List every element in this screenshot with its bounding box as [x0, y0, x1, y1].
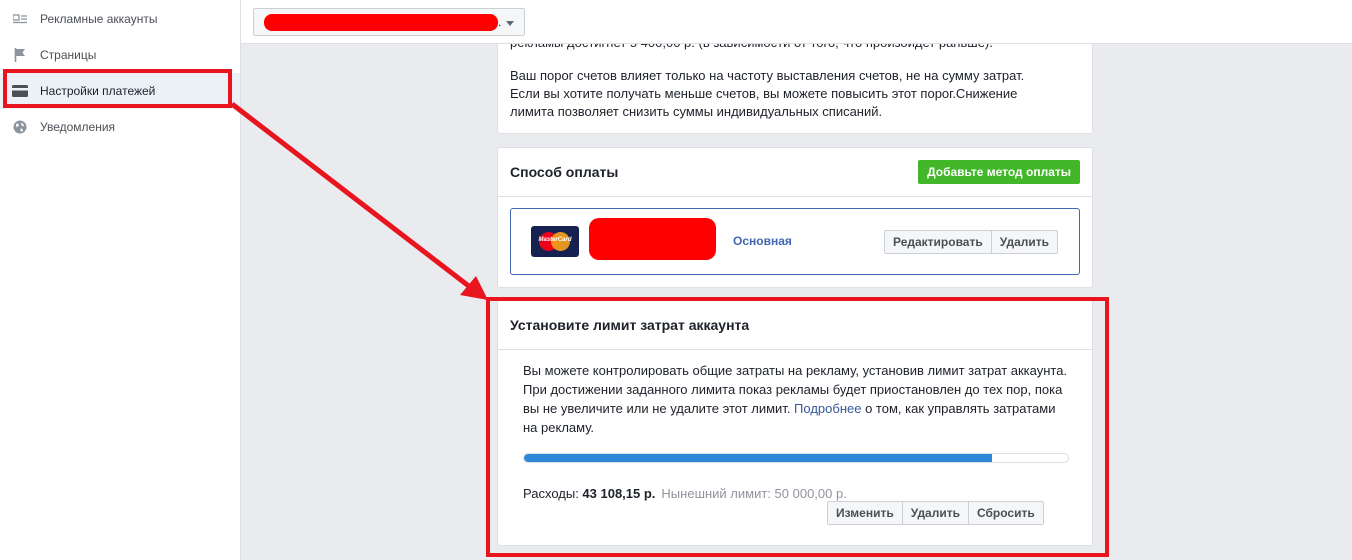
- limit-description: Вы можете контролировать общие затраты н…: [523, 363, 1068, 435]
- account-spending-limit-card: Установите лимит затрат аккаунта Вы може…: [497, 300, 1093, 546]
- billing-threshold-card: рекламы достигнет 5 400,00 р. (в зависим…: [497, 44, 1093, 134]
- threshold-text: Если вы хотите получать меньше счетов, в…: [510, 86, 1018, 101]
- card-header: Установите лимит затрат аккаунта: [498, 301, 1092, 350]
- account-name-suffix: .: [498, 15, 502, 29]
- change-limit-button[interactable]: Изменить: [827, 501, 903, 525]
- ad-account-select[interactable]: .: [253, 8, 525, 36]
- spent-summary: Расходы: 43 108,15 р. Нынешний лимит: 50 …: [523, 486, 847, 501]
- payment-method-actions: Редактировать Удалить: [884, 230, 1059, 254]
- globe-icon: [12, 119, 28, 135]
- primary-badge: Основная: [733, 234, 792, 248]
- threshold-text-partial: рекламы достигнет 5 400,00 р. (в зависим…: [510, 44, 993, 52]
- edit-payment-method-button[interactable]: Редактировать: [884, 230, 992, 254]
- sidebar-item-payment-settings[interactable]: Настройки платежей: [0, 73, 240, 109]
- spend-progress-bar: [523, 453, 1069, 463]
- credit-card-icon: [12, 83, 28, 99]
- ad-accounts-icon: [12, 11, 28, 27]
- threshold-text: Ваш порог счетов влияет только на частот…: [510, 68, 1025, 83]
- current-limit: Нынешний лимит: 50 000,00 р.: [661, 486, 847, 501]
- add-payment-method-button[interactable]: Добавьте метод оплаты: [918, 160, 1080, 184]
- reset-limit-button[interactable]: Сбросить: [969, 501, 1044, 525]
- flag-icon: [12, 47, 28, 63]
- spent-label: Расходы:: [523, 486, 583, 501]
- sidebar: Рекламные аккаунты Страницы Настройки пл…: [0, 0, 241, 560]
- card-title: Способ оплаты: [510, 164, 619, 180]
- card-header: Способ оплаты Добавьте метод оплаты: [498, 148, 1092, 197]
- sidebar-item-pages[interactable]: Страницы: [0, 37, 240, 73]
- redacted-card-number: [589, 218, 716, 260]
- sidebar-item-label: Рекламные аккаунты: [40, 12, 158, 26]
- threshold-text: лимита позволяет снизить суммы индивидуа…: [510, 104, 883, 119]
- chevron-down-icon: [506, 21, 514, 26]
- redacted-account-name: [264, 14, 498, 31]
- sidebar-item-label: Настройки платежей: [40, 84, 156, 98]
- spend-progress-fill: [524, 454, 992, 462]
- delete-limit-button[interactable]: Удалить: [902, 501, 969, 525]
- sidebar-item-ad-accounts[interactable]: Рекламные аккаунты: [0, 1, 240, 37]
- top-bar: .: [241, 0, 1352, 44]
- spent-value: 43 108,15 р.: [582, 486, 656, 501]
- sidebar-item-label: Страницы: [40, 48, 97, 62]
- delete-payment-method-button[interactable]: Удалить: [991, 230, 1059, 254]
- limit-actions: Изменить Удалить Сбросить: [827, 501, 1044, 525]
- sidebar-item-label: Уведомления: [40, 120, 116, 134]
- payment-method-item: MasterCard Основная Редактировать Удалит…: [510, 208, 1080, 275]
- card-title: Установите лимит затрат аккаунта: [510, 317, 750, 333]
- payment-method-card: Способ оплаты Добавьте метод оплаты Mast…: [497, 147, 1093, 288]
- mastercard-icon: MasterCard: [531, 226, 579, 257]
- learn-more-link[interactable]: Подробнее: [794, 401, 861, 416]
- sidebar-item-notifications[interactable]: Уведомления: [0, 109, 240, 145]
